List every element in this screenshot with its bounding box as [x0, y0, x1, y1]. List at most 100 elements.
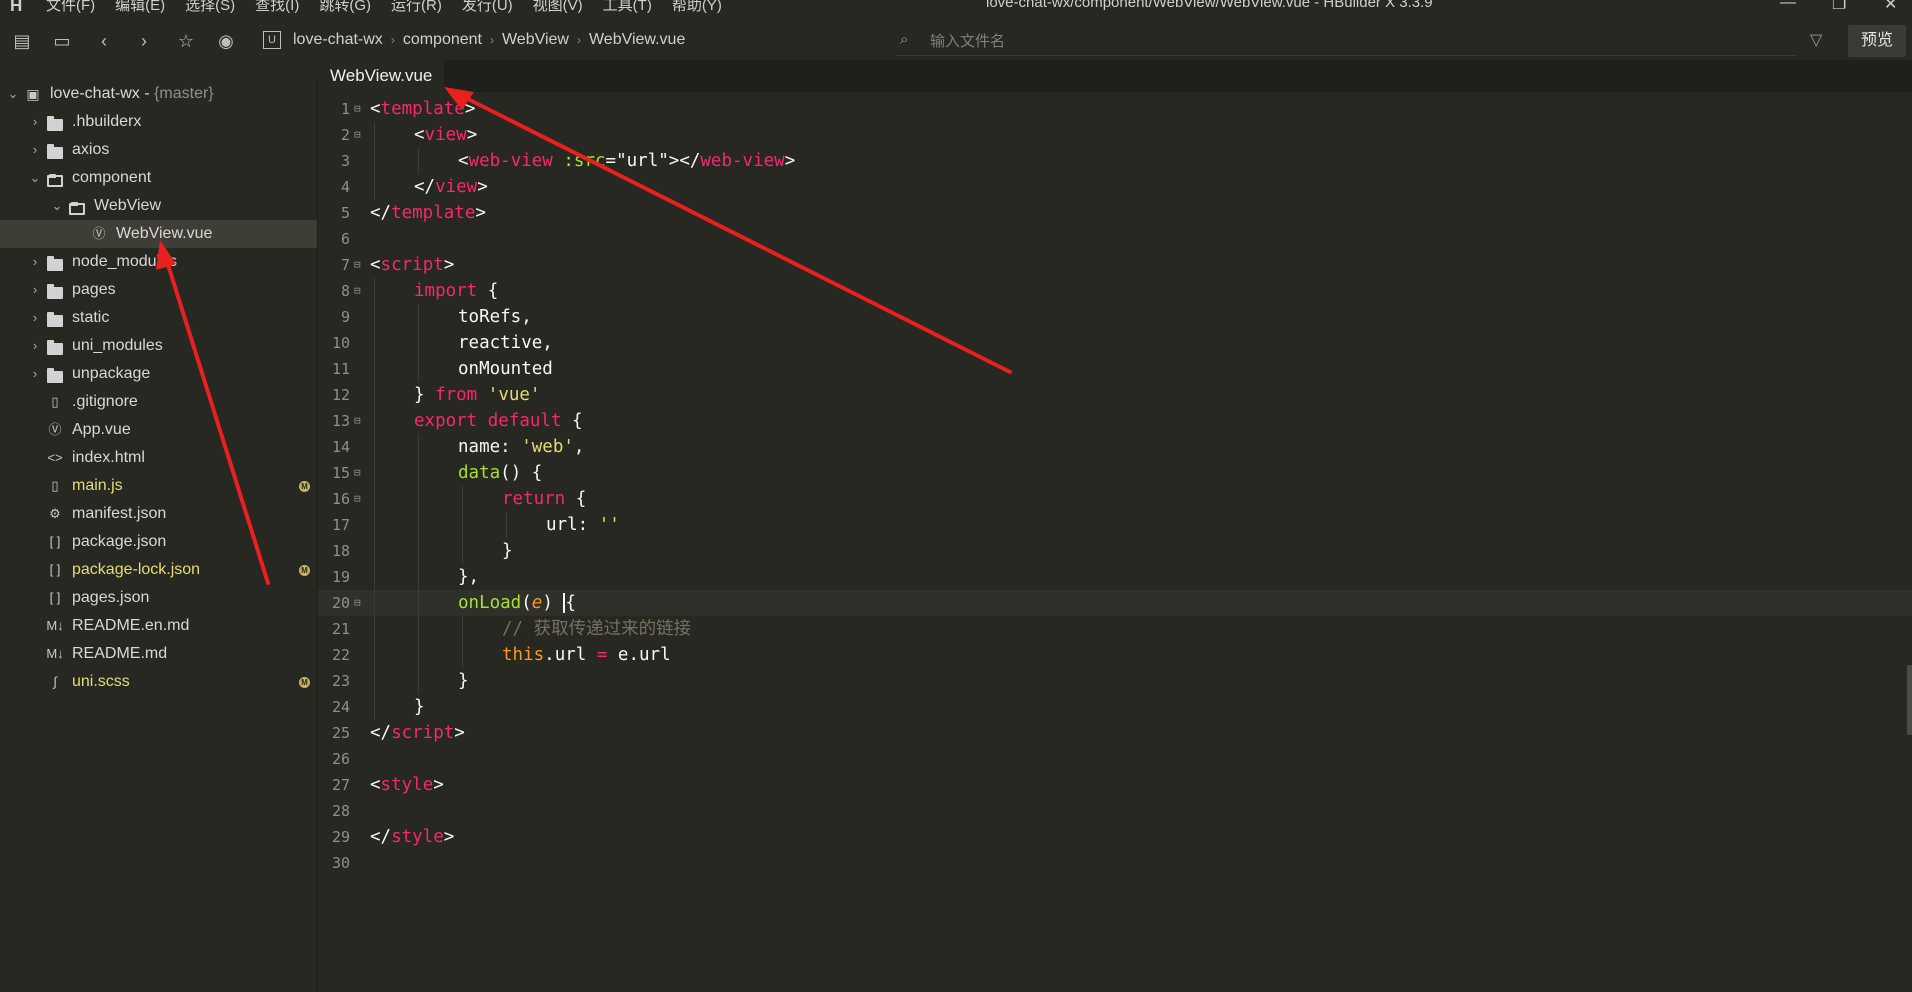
project-root[interactable]: ⌄ ▣ love-chat-wx - {master}	[0, 80, 317, 108]
tree-file[interactable]: ⚙ manifest.json	[0, 500, 317, 528]
menu-item[interactable]: 查找(I)	[255, 0, 299, 15]
code-line[interactable]: 5 </template>	[318, 200, 1912, 226]
tree-file[interactable]: [ ] pages.json	[0, 584, 317, 612]
breadcrumb-item[interactable]: component	[403, 31, 482, 49]
tree-file[interactable]: ▯ .gitignore	[0, 388, 317, 416]
minimize-icon[interactable]: —	[1780, 0, 1796, 12]
tree-file[interactable]: <> index.html	[0, 444, 317, 472]
tree-folder[interactable]: › node_modules	[0, 248, 317, 276]
code-line[interactable]: 19},	[318, 564, 1912, 590]
tree-folder[interactable]: › pages	[0, 276, 317, 304]
tree-folder[interactable]: ⌄ component	[0, 164, 317, 192]
chevron-right-icon[interactable]: ›	[28, 108, 42, 136]
fold-toggle-icon[interactable]: ⊟	[354, 252, 364, 278]
tree-file[interactable]: M↓ README.md	[0, 640, 317, 668]
chevron-right-icon[interactable]: ›	[28, 248, 42, 276]
code-line[interactable]: 26	[318, 746, 1912, 772]
tree-folder[interactable]: › uni_modules	[0, 332, 317, 360]
code-token: toRefs,	[458, 307, 532, 327]
run-icon[interactable]: ◉	[216, 31, 236, 51]
tree-file[interactable]: Ⓥ WebView.vue	[0, 220, 317, 248]
tree-folder[interactable]: › unpackage	[0, 360, 317, 388]
close-icon[interactable]: ✕	[1884, 0, 1897, 14]
code-line[interactable]: 27 <style>	[318, 772, 1912, 798]
chevron-right-icon[interactable]: ›	[28, 304, 42, 332]
code-line[interactable]: 29 </style>	[318, 824, 1912, 850]
chevron-right-icon[interactable]: ›	[28, 360, 42, 388]
fold-toggle-icon[interactable]: ⊟	[354, 408, 364, 434]
file-search-input[interactable]	[928, 29, 1752, 53]
code-line[interactable]: 21 // 获取传递过来的链接	[318, 616, 1912, 642]
menu-item[interactable]: 文件(F)	[46, 0, 95, 15]
code-line[interactable]: 12} from 'vue'	[318, 382, 1912, 408]
code-line[interactable]: 25 </script>	[318, 720, 1912, 746]
code-line[interactable]: 2 ⊟ <view>	[318, 122, 1912, 148]
menu-item[interactable]: 视图(V)	[533, 0, 583, 15]
scrollbar-thumb[interactable]	[1907, 665, 1912, 735]
code-line[interactable]: 17 url: ''	[318, 512, 1912, 538]
star-icon[interactable]: ☆	[176, 31, 196, 51]
menu-item[interactable]: 跳转(G)	[319, 0, 371, 15]
tree-file[interactable]: M↓ README.en.md	[0, 612, 317, 640]
code-line[interactable]: 30	[318, 850, 1912, 876]
menu-item[interactable]: 工具(T)	[603, 0, 652, 15]
tree-folder[interactable]: ⌄ WebView	[0, 192, 317, 220]
tree-file[interactable]: [ ] package-lock.json M	[0, 556, 317, 584]
code-line[interactable]: 15 ⊟ data() {	[318, 460, 1912, 486]
menu-item[interactable]: 运行(R)	[391, 0, 442, 15]
code-line[interactable]: 20 ⊟ onLoad(e) {	[318, 590, 1912, 616]
save-icon[interactable]: ▭	[52, 31, 72, 51]
tree-folder[interactable]: › .hbuilderx	[0, 108, 317, 136]
code-line[interactable]: 6	[318, 226, 1912, 252]
chevron-right-icon[interactable]: ›	[28, 136, 42, 164]
fold-toggle-icon[interactable]: ⊟	[354, 278, 364, 304]
file-search[interactable]: ⌕	[896, 27, 1796, 56]
breadcrumb-item[interactable]: WebView.vue	[589, 31, 685, 49]
breadcrumb-item[interactable]: love-chat-wx	[293, 31, 383, 49]
menu-item[interactable]: 编辑(E)	[115, 0, 165, 15]
fold-toggle-icon[interactable]: ⊟	[354, 590, 364, 616]
code-line[interactable]: 14 name: 'web',	[318, 434, 1912, 460]
code-line[interactable]: 13 ⊟ export default {	[318, 408, 1912, 434]
tree-file[interactable]: ∫ uni.scss M	[0, 668, 317, 696]
tree-file[interactable]: ▯ main.js M	[0, 472, 317, 500]
code-line[interactable]: 22 this.url = e.url	[318, 642, 1912, 668]
code-line[interactable]: 18}	[318, 538, 1912, 564]
preview-button[interactable]: 预览	[1848, 25, 1906, 57]
tree-file[interactable]: Ⓥ App.vue	[0, 416, 317, 444]
tree-file[interactable]: [ ] package.json	[0, 528, 317, 556]
tree-folder[interactable]: › static	[0, 304, 317, 332]
code-line[interactable]: 3 <web-view :src="url"></web-view>	[318, 148, 1912, 174]
menu-item[interactable]: 选择(S)	[185, 0, 235, 15]
tab-webview-vue[interactable]: WebView.vue	[318, 60, 445, 92]
forward-icon[interactable]: ›	[134, 31, 154, 51]
fold-toggle-icon[interactable]: ⊟	[354, 122, 364, 148]
code-line[interactable]: 4 </view>	[318, 174, 1912, 200]
code-line[interactable]: 16 ⊟ return {	[318, 486, 1912, 512]
code-line[interactable]: 9 toRefs,	[318, 304, 1912, 330]
code-editor[interactable]: WebView.vue 1 ⊟ <template> 2 ⊟ <view> 3 <web-vi…	[318, 60, 1912, 992]
code-line[interactable]: 11 onMounted	[318, 356, 1912, 382]
breadcrumb-item[interactable]: WebView	[502, 31, 569, 49]
menu-item[interactable]: 帮助(Y)	[672, 0, 722, 15]
menu-item[interactable]: 发行(U)	[462, 0, 513, 15]
code-line[interactable]: 23}	[318, 668, 1912, 694]
maximize-icon[interactable]: ❐	[1832, 0, 1846, 14]
chevron-down-icon[interactable]: ⌄	[28, 164, 42, 192]
code-line[interactable]: 1 ⊟ <template>	[318, 96, 1912, 122]
chevron-right-icon[interactable]: ›	[28, 276, 42, 304]
code-line[interactable]: 7 ⊟ <script>	[318, 252, 1912, 278]
new-file-icon[interactable]: ▤	[12, 31, 32, 51]
code-line[interactable]: 10 reactive,	[318, 330, 1912, 356]
back-icon[interactable]: ‹	[94, 31, 114, 51]
code-line[interactable]: 24}	[318, 694, 1912, 720]
tree-folder[interactable]: › axios	[0, 136, 317, 164]
fold-toggle-icon[interactable]: ⊟	[354, 460, 364, 486]
fold-toggle-icon[interactable]: ⊟	[354, 486, 364, 512]
code-line[interactable]: 8 ⊟ import {	[318, 278, 1912, 304]
chevron-down-icon[interactable]: ⌄	[50, 192, 64, 220]
chevron-right-icon[interactable]: ›	[28, 332, 42, 360]
fold-toggle-icon[interactable]: ⊟	[354, 96, 364, 122]
code-line[interactable]: 28	[318, 798, 1912, 824]
filter-icon[interactable]: ▽	[1810, 30, 1822, 50]
